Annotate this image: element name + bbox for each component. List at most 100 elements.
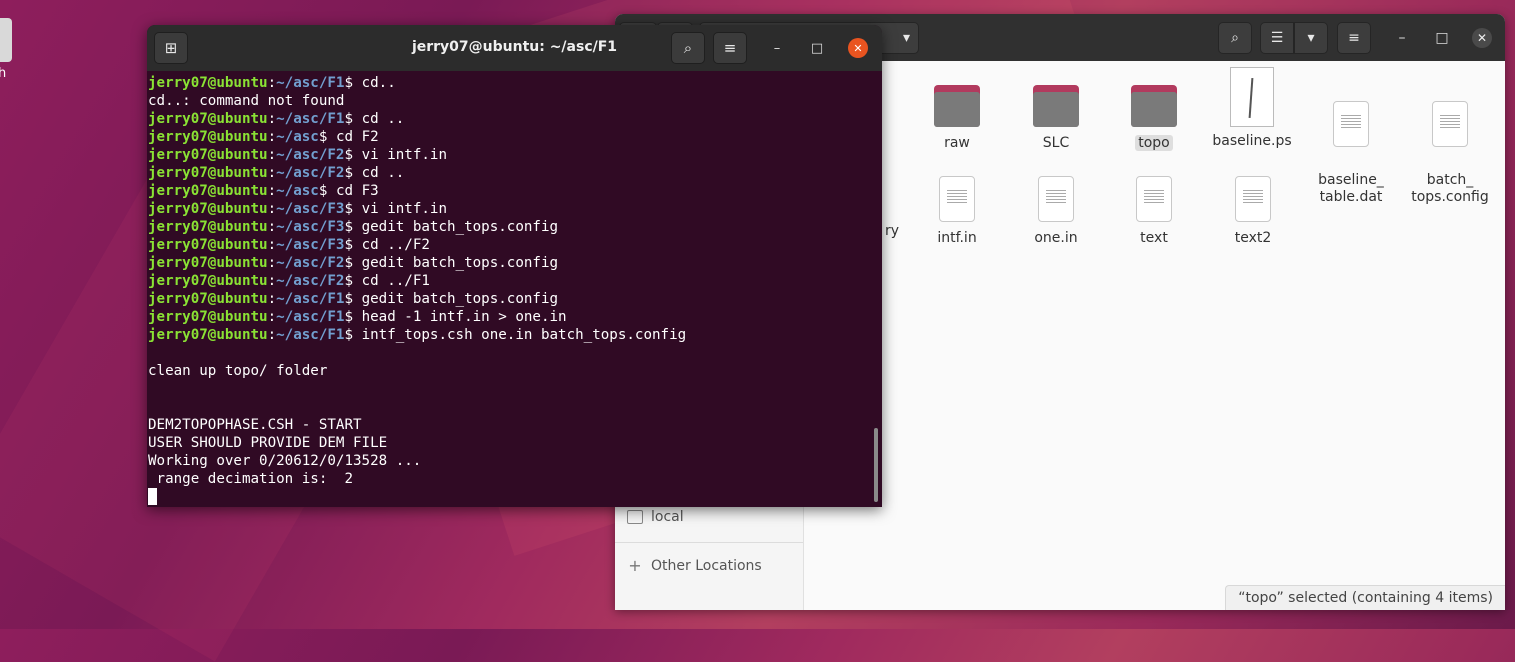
output-text: range decimation is: 2 bbox=[148, 471, 353, 487]
file-item-one-in[interactable]: one.in bbox=[1008, 176, 1104, 247]
maximize-icon: □ bbox=[1435, 30, 1449, 46]
terminal-menu-button[interactable]: ≡ bbox=[713, 32, 747, 64]
terminal-line: jerry07@ubuntu:~/asc/F1$ gedit batch_top… bbox=[148, 290, 872, 308]
prompt-user: jerry07@ubuntu bbox=[148, 75, 268, 91]
command-text: $ gedit batch_tops.config bbox=[344, 219, 559, 235]
terminal-scrollbar[interactable] bbox=[874, 428, 878, 502]
prompt-path: ~/asc bbox=[276, 183, 319, 199]
view-options-button[interactable]: ▾ bbox=[1294, 22, 1328, 54]
prompt-user: jerry07@ubuntu bbox=[148, 219, 268, 235]
prompt-separator: : bbox=[267, 219, 277, 235]
close-icon: ✕ bbox=[853, 41, 863, 55]
command-text: $ cd ../F2 bbox=[344, 237, 430, 253]
terminal-line: jerry07@ubuntu:~/asc$ cd F2 bbox=[148, 128, 872, 146]
prompt-user: jerry07@ubuntu bbox=[148, 273, 268, 289]
output-text: DEM2TOPOPHASE.CSH - START bbox=[148, 417, 362, 433]
terminal-line: jerry07@ubuntu:~/asc/F1$ cd.. bbox=[148, 74, 872, 92]
item-label: batch_ tops.config bbox=[1411, 172, 1489, 205]
prompt-separator: : bbox=[267, 183, 277, 199]
command-text: $ intf_tops.csh one.in batch_tops.config bbox=[344, 327, 687, 343]
text-cursor bbox=[148, 488, 157, 505]
terminal-line: jerry07@ubuntu:~/asc/F1$ head -1 intf.in… bbox=[148, 308, 872, 326]
item-label: text bbox=[1140, 230, 1168, 246]
terminal-line: cd..: command not found bbox=[148, 92, 872, 110]
minimize-button[interactable]: – bbox=[1386, 22, 1418, 54]
prompt-user: jerry07@ubuntu bbox=[148, 201, 268, 217]
output-text: clean up topo/ folder bbox=[148, 363, 328, 379]
terminal-search-button[interactable]: ⌕ bbox=[671, 32, 705, 64]
prompt-path: ~/asc/F3 bbox=[276, 201, 345, 217]
prompt-separator: : bbox=[267, 129, 277, 145]
cursor-line bbox=[148, 488, 872, 506]
text-file-icon bbox=[939, 176, 975, 222]
prompt-path: ~/asc/F1 bbox=[276, 327, 345, 343]
prompt-user: jerry07@ubuntu bbox=[148, 309, 268, 325]
maximize-button[interactable]: □ bbox=[1426, 22, 1458, 54]
plus-icon: + bbox=[628, 556, 642, 575]
file-item-text[interactable]: text bbox=[1106, 176, 1202, 247]
terminal-line: jerry07@ubuntu:~/asc/F1$ intf_tops.csh o… bbox=[148, 326, 872, 344]
text-file-icon bbox=[1235, 176, 1271, 222]
minimize-button[interactable]: – bbox=[767, 38, 787, 58]
item-label: text2 bbox=[1234, 230, 1272, 246]
sidebar-item-local[interactable]: local bbox=[627, 509, 684, 525]
prompt-path: ~/asc/F3 bbox=[276, 219, 345, 235]
search-button[interactable]: ⌕ bbox=[1218, 22, 1252, 54]
item-label: one.in bbox=[1034, 230, 1078, 246]
file-item-baseline-ps[interactable]: baseline.ps bbox=[1204, 67, 1300, 150]
command-text: $ vi intf.in bbox=[344, 201, 447, 217]
sidebar-item-label: local bbox=[651, 509, 684, 525]
terminal-line: jerry07@ubuntu:~/asc/F2$ cd ../F1 bbox=[148, 272, 872, 290]
item-label: baseline_ table.dat bbox=[1318, 172, 1384, 205]
command-text: $ gedit batch_tops.config bbox=[344, 291, 559, 307]
prompt-path: ~/asc/F2 bbox=[276, 147, 345, 163]
sidebar-item-other-locations[interactable]: + Other Locations bbox=[627, 556, 761, 575]
prompt-user: jerry07@ubuntu bbox=[148, 147, 268, 163]
prompt-separator: : bbox=[267, 111, 277, 127]
file-item-batch-tops-config[interactable]: batch_ tops.config bbox=[1402, 84, 1498, 206]
file-item-baseline-table[interactable]: baseline_ table.dat bbox=[1303, 84, 1399, 206]
terminal-window[interactable]: ⊞ jerry07@ubuntu: ~/asc/F1 ⌕ ≡ – □ ✕ jer… bbox=[147, 25, 882, 507]
menu-button[interactable]: ≡ bbox=[1337, 22, 1371, 54]
prompt-path: ~/asc/F2 bbox=[276, 255, 345, 271]
folder-icon bbox=[1033, 85, 1079, 127]
prompt-user: jerry07@ubuntu bbox=[148, 165, 268, 181]
list-view-button[interactable]: ☰ bbox=[1260, 22, 1294, 54]
file-item-intf-in[interactable]: intf.in bbox=[909, 176, 1005, 247]
file-item-text2[interactable]: text2 bbox=[1205, 176, 1301, 247]
folder-item-topo[interactable]: topo bbox=[1106, 85, 1202, 152]
terminal-line: jerry07@ubuntu:~/asc/F1$ cd .. bbox=[148, 110, 872, 128]
prompt-separator: : bbox=[267, 75, 277, 91]
output-text: Working over 0/20612/0/13528 ... bbox=[148, 453, 422, 469]
chevron-down-icon[interactable]: ▾ bbox=[903, 30, 910, 46]
prompt-path: ~/asc/F3 bbox=[276, 237, 345, 253]
folder-icon bbox=[627, 510, 643, 524]
desktop-home-icon[interactable] bbox=[0, 18, 12, 62]
close-button[interactable]: ✕ bbox=[1472, 28, 1492, 48]
terminal-line: jerry07@ubuntu:~/asc/F3$ vi intf.in bbox=[148, 200, 872, 218]
prompt-user: jerry07@ubuntu bbox=[148, 111, 268, 127]
command-text: $ cd .. bbox=[344, 111, 405, 127]
close-button[interactable]: ✕ bbox=[848, 38, 868, 58]
prompt-separator: : bbox=[267, 309, 277, 325]
sidebar-divider bbox=[615, 542, 803, 543]
terminal-output[interactable]: jerry07@ubuntu:~/asc/F1$ cd.. cd..: comma… bbox=[148, 74, 872, 507]
folder-item-slc[interactable]: SLC bbox=[1008, 85, 1104, 152]
status-bar: “topo” selected (containing 4 items) bbox=[1225, 585, 1505, 610]
list-view-icon: ☰ bbox=[1270, 30, 1284, 46]
folder-item-raw[interactable]: raw bbox=[909, 85, 1005, 152]
prompt-user: jerry07@ubuntu bbox=[148, 255, 268, 271]
terminal-line: jerry07@ubuntu:~/asc/F3$ cd ../F2 bbox=[148, 236, 872, 254]
prompt-path: ~/asc bbox=[276, 129, 319, 145]
prompt-separator: : bbox=[267, 273, 277, 289]
prompt-user: jerry07@ubuntu bbox=[148, 291, 268, 307]
search-icon: ⌕ bbox=[1231, 30, 1239, 46]
command-text: $ vi intf.in bbox=[344, 147, 447, 163]
terminal-line: range decimation is: 2 bbox=[148, 470, 872, 488]
terminal-line: USER SHOULD PROVIDE DEM FILE bbox=[148, 434, 872, 452]
terminal-line: jerry07@ubuntu:~/asc/F2$ cd .. bbox=[148, 164, 872, 182]
prompt-path: ~/asc/F2 bbox=[276, 273, 345, 289]
maximize-button[interactable]: □ bbox=[807, 38, 827, 58]
